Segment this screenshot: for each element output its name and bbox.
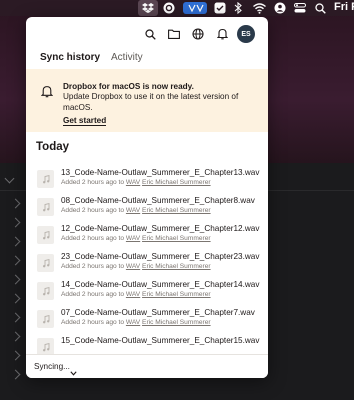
menubar-clock[interactable]: Fri Fe <box>334 1 354 13</box>
chevron-right-icon <box>10 198 21 209</box>
folder-link[interactable]: WAV <box>126 235 140 242</box>
bell-icon <box>40 85 54 103</box>
chevron-right-icon <box>10 236 21 247</box>
file-time: Added 2 hours ago to <box>61 207 125 214</box>
search-icon[interactable] <box>141 25 159 43</box>
chevron-right-icon <box>10 350 21 361</box>
section-heading-today: Today <box>36 141 70 153</box>
dropbox-popover: ES Sync history Activity Dropbox for mac… <box>26 17 268 378</box>
list-item[interactable]: 07_Code-Name-Outlaw_Summerer_E_Chapter7.… <box>26 307 268 335</box>
file-meta: Added 2 hours ago to WAV Eric Michael Su… <box>61 319 211 326</box>
file-name: 23_Code-Name-Outlaw_Summerer_E_Chapter23… <box>61 252 260 261</box>
list-item[interactable]: 13_Code-Name-Outlaw_Summerer_E_Chapter13… <box>26 167 268 195</box>
folder-icon[interactable] <box>165 25 183 43</box>
file-name: 15_Code-Name-Outlaw_Summerer_E_Chapter15… <box>61 336 260 345</box>
folder-link[interactable]: WAV <box>126 291 140 298</box>
chevron-down-icon[interactable] <box>70 363 77 378</box>
author-link[interactable]: Eric Michael Summerer <box>142 291 211 298</box>
folder-link[interactable]: WAV <box>126 179 140 186</box>
chevron-right-icon <box>10 312 21 323</box>
globe-icon[interactable] <box>189 25 207 43</box>
sync-status[interactable]: Syncing... <box>34 362 70 371</box>
author-link[interactable]: Eric Michael Summerer <box>142 319 211 326</box>
file-name: 12_Code-Name-Outlaw_Summerer_E_Chapter12… <box>61 224 260 233</box>
list-item[interactable]: 23_Code-Name-Outlaw_Summerer_E_Chapter23… <box>26 251 268 279</box>
menu-bar: Fri Fe <box>0 0 354 16</box>
chevron-right-icon <box>10 293 21 304</box>
wifi-icon[interactable] <box>252 2 266 14</box>
file-time: Added 2 hours ago to <box>61 235 125 242</box>
file-name: 14_Code-Name-Outlaw_Summerer_E_Chapter14… <box>61 280 260 289</box>
list-item[interactable]: 12_Code-Name-Outlaw_Summerer_E_Chapter12… <box>26 223 268 251</box>
author-link[interactable]: Eric Michael Summerer <box>142 207 211 214</box>
file-name: 07_Code-Name-Outlaw_Summerer_E_Chapter7.… <box>61 308 255 317</box>
file-name: 13_Code-Name-Outlaw_Summerer_E_Chapter13… <box>61 168 260 177</box>
audio-file-icon <box>37 226 54 244</box>
folder-link[interactable]: WAV <box>126 263 140 270</box>
user-icon[interactable] <box>274 2 286 14</box>
chevron-right-icon <box>10 217 21 228</box>
file-time: Added 2 hours ago to <box>61 263 125 270</box>
get-started-link[interactable]: Get started <box>63 116 107 126</box>
chevron-right-icon <box>10 274 21 285</box>
author-link[interactable]: Eric Michael Summerer <box>142 179 211 186</box>
file-meta: Added 2 hours ago to WAV Eric Michael Su… <box>61 207 211 214</box>
avatar[interactable]: ES <box>237 25 255 43</box>
audio-file-icon <box>37 198 54 216</box>
audio-file-icon <box>37 254 54 272</box>
file-time: Added 2 hours ago to <box>61 291 125 298</box>
author-link[interactable]: Eric Michael Summerer <box>142 263 211 270</box>
vpn-icon[interactable] <box>182 2 208 14</box>
file-meta: Added 2 hours ago to WAV Eric Michael Su… <box>61 263 211 270</box>
chevron-right-icon <box>10 369 21 380</box>
folder-link[interactable]: WAV <box>126 207 140 214</box>
list-item[interactable]: 14_Code-Name-Outlaw_Summerer_E_Chapter14… <box>26 279 268 307</box>
audio-file-icon <box>37 310 54 328</box>
update-banner: Dropbox for macOS is now ready. Update D… <box>26 69 268 132</box>
chevron-right-icon <box>10 255 21 266</box>
popover-toolbar: ES <box>26 25 268 45</box>
banner-body: Update Dropbox to use it on the latest v… <box>63 92 239 112</box>
search-icon[interactable] <box>314 2 326 14</box>
file-meta: Added 2 hours ago to WAV Eric Michael Su… <box>61 235 211 242</box>
file-name: 08_Code-Name-Outlaw_Summerer_E_Chapter8.… <box>61 196 255 205</box>
file-time: Added 2 hours ago to <box>61 319 125 326</box>
file-meta: Added 2 hours ago to WAV Eric Michael Su… <box>61 291 211 298</box>
bell-icon[interactable] <box>213 25 231 43</box>
audio-file-icon <box>37 282 54 300</box>
chevron-right-icon <box>10 331 21 342</box>
file-meta: Added 2 hours ago to WAV Eric Michael Su… <box>61 179 211 186</box>
author-link[interactable]: Eric Michael Summerer <box>142 235 211 242</box>
bluetooth-icon[interactable] <box>233 2 243 14</box>
creative-cloud-icon[interactable] <box>162 2 176 14</box>
checkmark-app-icon[interactable] <box>213 2 227 14</box>
tab-activity[interactable]: Activity <box>111 52 143 70</box>
folder-link[interactable]: WAV <box>126 319 140 326</box>
control-center-icon[interactable] <box>294 2 306 14</box>
list-item[interactable]: 08_Code-Name-Outlaw_Summerer_E_Chapter8.… <box>26 195 268 223</box>
banner-title: Dropbox for macOS is now ready. <box>63 82 194 91</box>
audio-file-icon <box>37 170 54 188</box>
sync-footer: Syncing... <box>26 354 268 378</box>
dropbox-icon[interactable] <box>138 0 158 16</box>
file-time: Added 2 hours ago to <box>61 179 125 186</box>
